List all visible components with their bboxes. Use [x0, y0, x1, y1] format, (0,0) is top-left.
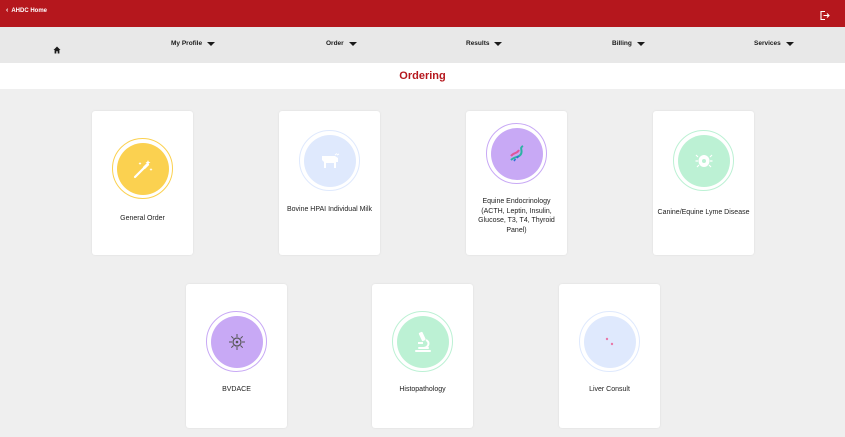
card-label: Bovine HPAI Individual Milk [286, 206, 373, 213]
card-label: Liver Consult [589, 386, 630, 393]
card-bvdace[interactable]: BVDACE [186, 284, 287, 428]
cow-icon [321, 152, 339, 168]
card-histopathology[interactable]: Histopathology [372, 284, 473, 428]
card-lyme-disease[interactable]: Canine/Equine Lyme Disease [653, 111, 754, 255]
card-icon-circle [206, 311, 267, 372]
top-bar: ‹ AHDC Home [0, 0, 845, 27]
card-general-order[interactable]: General Order [92, 111, 193, 255]
card-liver-consult[interactable]: Liver Consult [559, 284, 660, 428]
nav-billing-label: Billing [612, 40, 632, 47]
microscope-icon [414, 331, 431, 352]
tick-icon [695, 154, 712, 167]
card-icon-circle [112, 138, 173, 199]
caret-down-icon [785, 41, 794, 46]
nav-results-label: Results [466, 40, 490, 47]
card-icon-circle [486, 123, 547, 184]
caret-down-icon [348, 41, 357, 46]
card-bovine-hpai[interactable]: Bovine HPAI Individual Milk [279, 111, 380, 255]
nav-my-profile-label: My Profile [171, 40, 203, 47]
card-icon-circle [299, 130, 360, 191]
card-label: BVDACE [222, 386, 251, 393]
nav-my-profile[interactable]: My Profile [171, 40, 216, 47]
caret-down-icon [494, 41, 503, 46]
liver-icon [605, 337, 613, 345]
magic-wand-icon [133, 159, 152, 178]
page-title: Ordering [399, 70, 446, 82]
nav-results[interactable]: Results [466, 40, 503, 47]
card-label: Canine/Equine Lyme Disease [657, 209, 750, 216]
card-icon-circle [392, 311, 453, 372]
virus-icon [228, 333, 245, 350]
logout-icon[interactable] [819, 8, 830, 21]
ahdc-home-link[interactable]: ‹ AHDC Home [6, 7, 47, 14]
card-equine-endocrinology[interactable]: Equine Endocrinology (ACTH, Leptin, Insu… [466, 111, 567, 255]
page-title-bar: Ordering [0, 63, 845, 89]
nav-order-label: Order [326, 40, 344, 47]
chevron-left-icon: ‹ [6, 7, 9, 14]
caret-down-icon [636, 41, 645, 46]
nav-billing[interactable]: Billing [612, 40, 645, 47]
nav-services-label: Services [754, 40, 781, 47]
main-nav [0, 27, 845, 63]
card-icon-circle [673, 130, 734, 191]
card-label: Equine Endocrinology (ACTH, Leptin, Insu… [478, 198, 555, 234]
nav-order[interactable]: Order [326, 40, 357, 47]
ahdc-home-label: AHDC Home [11, 7, 48, 14]
card-label: Histopathology [399, 386, 446, 393]
caret-down-icon [207, 41, 216, 46]
dna-icon [509, 144, 524, 161]
home-icon[interactable] [53, 41, 61, 54]
card-icon-circle [579, 311, 640, 372]
nav-services[interactable]: Services [754, 40, 794, 47]
card-label: General Order [120, 215, 165, 222]
